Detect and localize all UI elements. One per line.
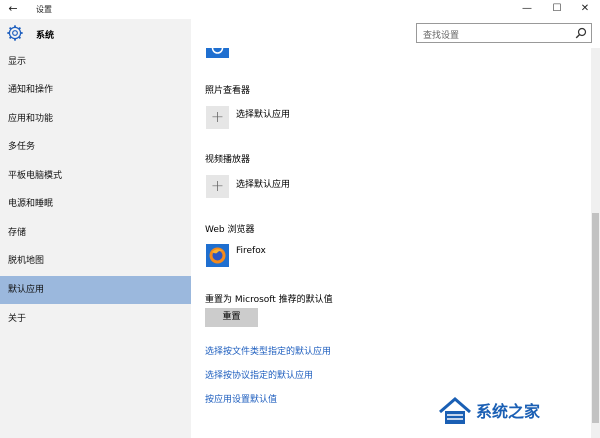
web-browser-heading: Web 浏览器 [205,225,255,235]
window-title: 设置 [36,5,52,14]
sidebar-item-multitasking[interactable]: 多任务 [0,133,191,161]
sidebar: 系统 显示 通知和操作 应用和功能 多任务 平板电脑模式 电源和睡眠 存储 脱机… [0,19,191,438]
watermark-text: 系统之家 [476,402,541,421]
sidebar-item-about[interactable]: 关于 [0,305,191,333]
photo-viewer-heading: 照片查看器 [205,86,251,96]
title-bar: ← 设置 — ☐ ✕ [0,0,600,19]
search-input[interactable]: 查找设置 [416,23,592,43]
minimize-button[interactable]: — [512,0,542,19]
sidebar-item-storage[interactable]: 存储 [0,219,191,247]
link-by-protocol[interactable]: 选择按协议指定的默认应用 [205,368,313,381]
sidebar-item-power-sleep[interactable]: 电源和睡眠 [0,190,191,218]
video-player-heading: 视频播放器 [205,155,251,165]
gear-icon [7,25,23,41]
search-icon[interactable] [575,27,587,39]
sidebar-title: 系统 [36,31,55,41]
firefox-label[interactable]: Firefox [236,246,266,256]
maximize-button[interactable]: ☐ [542,0,572,19]
sidebar-item-default-apps[interactable]: 默认应用 [0,276,191,304]
photo-viewer-choose-label[interactable]: 选择默认应用 [236,107,290,120]
plus-icon[interactable]: + [206,106,229,129]
search-placeholder: 查找设置 [423,31,460,41]
partial-app-icon [206,48,229,58]
plus-icon[interactable]: + [206,175,229,198]
sidebar-item-offline-maps[interactable]: 脱机地图 [0,247,191,275]
scrollbar[interactable] [591,48,600,438]
back-arrow-icon[interactable]: ← [6,2,20,16]
sidebar-item-display[interactable]: 显示 [0,48,191,76]
link-by-app[interactable]: 按应用设置默认值 [205,392,277,405]
sidebar-item-tablet-mode[interactable]: 平板电脑模式 [0,162,191,190]
sidebar-item-apps-features[interactable]: 应用和功能 [0,105,191,133]
house-logo-icon [439,397,471,424]
main-content: 照片查看器 + 选择默认应用 视频播放器 + 选择默认应用 Web 浏览器 Fi… [191,48,591,438]
firefox-icon[interactable] [206,244,229,267]
reset-heading: 重置为 Microsoft 推荐的默认值 [205,295,333,305]
reset-button[interactable]: 重置 [205,308,258,327]
close-button[interactable]: ✕ [570,0,600,19]
video-player-choose-label[interactable]: 选择默认应用 [236,177,290,190]
watermark-logo: 系统之家 [436,392,596,430]
sidebar-item-notifications[interactable]: 通知和操作 [0,76,191,104]
sidebar-header: 系统 [0,19,191,49]
link-by-file-type[interactable]: 选择按文件类型指定的默认应用 [205,344,331,357]
